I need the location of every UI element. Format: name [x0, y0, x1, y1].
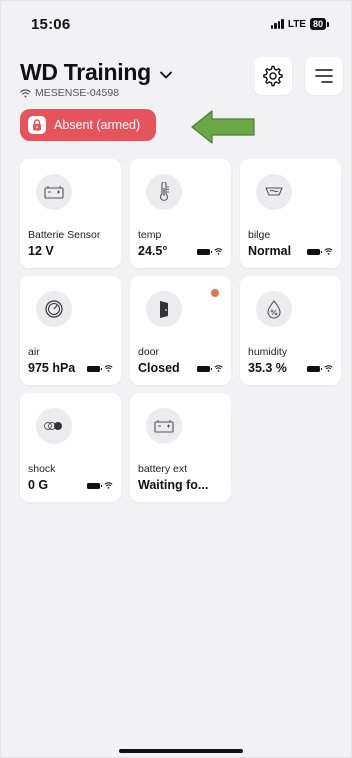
sensor-value: 24.5°	[138, 244, 168, 258]
sensor-name: bilge	[248, 229, 271, 241]
wifi-icon	[104, 365, 113, 372]
gauge-icon	[36, 291, 72, 327]
location-selector[interactable]: WD Training	[20, 59, 173, 86]
battery-level: 80	[309, 18, 326, 30]
sensor-name: air	[28, 346, 40, 358]
wifi-icon	[214, 248, 223, 255]
sensor-card-shock[interactable]: shock 0 G	[20, 393, 121, 502]
app-screen: 15:06 LTE 80 WD Training MESENSE-04598 A…	[0, 0, 352, 758]
sensor-value: Waiting fo...	[138, 478, 209, 492]
sensor-value: 35.3 %	[248, 361, 287, 375]
sensor-card-door[interactable]: door Closed	[130, 276, 231, 385]
door-icon	[146, 291, 182, 327]
device-id: MESENSE-04598	[20, 87, 119, 99]
home-indicator[interactable]	[119, 749, 243, 753]
sensor-status	[307, 365, 333, 372]
chevron-down-icon	[159, 71, 172, 78]
gear-icon	[263, 65, 283, 87]
thermometer-icon	[146, 174, 182, 210]
sensor-name: battery ext	[138, 463, 188, 475]
battery-icon	[36, 174, 72, 210]
sensor-name: Batterie Sensor	[28, 229, 101, 241]
menu-button[interactable]	[305, 57, 343, 95]
humidity-icon	[256, 291, 292, 327]
network-type: LTE	[287, 18, 306, 30]
shock-icon	[36, 408, 72, 444]
wifi-icon	[324, 248, 333, 255]
sensor-status	[87, 365, 113, 372]
bilge-icon	[256, 174, 292, 210]
settings-button[interactable]	[254, 57, 292, 95]
battery-full-icon	[87, 365, 102, 372]
wifi-icon	[20, 88, 31, 97]
sensor-status	[197, 365, 223, 372]
lock-icon	[28, 116, 46, 134]
sensor-name: humidity	[248, 346, 288, 358]
battery-full-icon	[307, 365, 322, 372]
wifi-icon	[324, 365, 333, 372]
status-bar: 15:06 LTE 80	[1, 1, 351, 47]
battery-full-icon	[87, 482, 102, 489]
wifi-icon	[214, 365, 223, 372]
sensor-value: 12 V	[28, 244, 54, 258]
sensor-status	[197, 248, 223, 255]
sensor-card-batterie-sensor[interactable]: Batterie Sensor 12 V	[20, 159, 121, 268]
page-title: WD Training	[20, 59, 151, 85]
sensor-name: shock	[28, 463, 56, 475]
annotation-arrow-icon	[191, 110, 255, 144]
sensor-status	[307, 248, 333, 255]
sensor-card-bilge[interactable]: bilge Normal	[240, 159, 341, 268]
sensor-value: Normal	[248, 244, 292, 258]
battery-status-icon: 80	[309, 18, 329, 30]
battery-full-icon	[197, 248, 212, 255]
wifi-icon	[104, 482, 113, 489]
cell-signal-icon	[270, 19, 284, 29]
sensor-name: temp	[138, 229, 162, 241]
device-id-label: MESENSE-04598	[35, 87, 120, 99]
alarm-status-button[interactable]: Absent (armed)	[20, 109, 156, 141]
sensor-status	[87, 482, 113, 489]
sensor-card-battery-ext[interactable]: battery ext Waiting fo...	[130, 393, 231, 502]
alert-indicator-dot	[211, 289, 219, 297]
sensor-name: door	[138, 346, 160, 358]
sensor-value: 975 hPa	[28, 361, 76, 375]
battery-icon	[146, 408, 182, 444]
alarm-status-label: Absent (armed)	[54, 118, 141, 132]
battery-full-icon	[307, 248, 322, 255]
status-indicators: LTE 80	[270, 18, 329, 30]
header: WD Training MESENSE-04598	[1, 47, 351, 107]
sensor-card-temp[interactable]: temp 24.5°	[130, 159, 231, 268]
battery-full-icon	[197, 365, 212, 372]
sensor-card-air[interactable]: air 975 hPa	[20, 276, 121, 385]
sensor-card-humidity[interactable]: humidity 35.3 %	[240, 276, 341, 385]
sensor-value: 0 G	[28, 478, 49, 492]
status-time: 15:06	[31, 15, 71, 33]
sensor-value: Closed	[138, 361, 180, 375]
hamburger-menu-icon	[315, 69, 333, 83]
